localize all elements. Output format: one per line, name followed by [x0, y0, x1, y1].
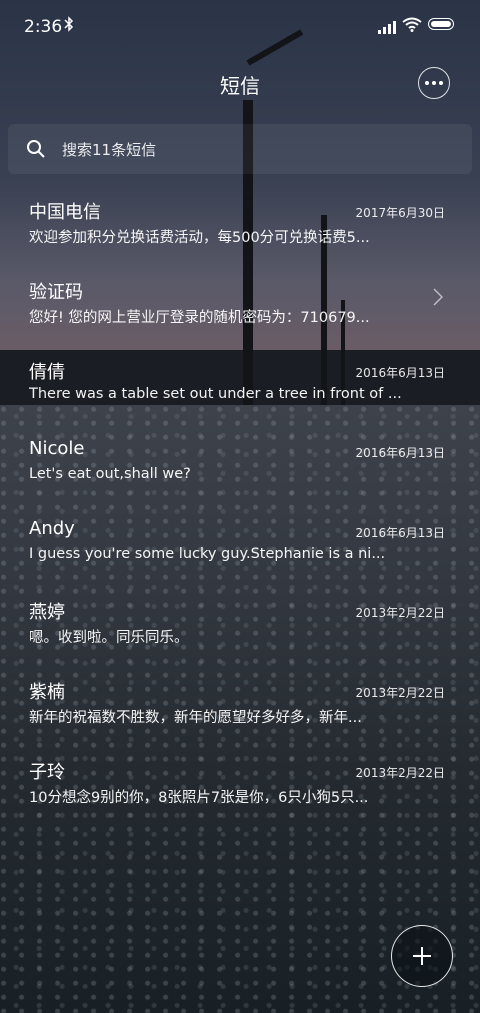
message-preview: 欢迎参加积分兑换话费活动，每500分可兑换话费5...	[29, 230, 370, 246]
wifi-icon	[402, 17, 422, 36]
message-date: 2013年2月22日	[355, 686, 445, 700]
contact-name: Andy	[29, 518, 75, 539]
message-preview: 10分想念9别的你，8张照片7张是你，6只小狗5只...	[29, 790, 369, 806]
plus-icon	[413, 947, 431, 965]
more-dot-icon	[439, 81, 443, 85]
more-dot-icon	[432, 81, 436, 85]
battery-icon	[428, 18, 454, 30]
message-item[interactable]: 中国电信 2017年6月30日 欢迎参加积分兑换话费活动，每500分可兑换话费5…	[0, 182, 480, 262]
search-placeholder: 搜索11条短信	[62, 141, 157, 159]
message-item[interactable]: Andy 2016年6月13日 I guess you're some luck…	[0, 502, 480, 582]
message-date: 2016年6月13日	[355, 526, 445, 540]
message-preview: 嗯。收到啦。同乐同乐。	[29, 630, 189, 646]
message-item[interactable]: 倩倩 2016年6月13日 There was a table set out …	[0, 342, 480, 422]
message-preview: I guess you're some lucky guy.Stephanie …	[29, 546, 386, 562]
more-options-button[interactable]	[418, 67, 450, 99]
contact-name: 验证码	[29, 282, 83, 303]
bluetooth-icon	[64, 16, 74, 36]
message-date: 2013年2月22日	[355, 766, 445, 780]
search-bar[interactable]: 搜索11条短信	[8, 124, 472, 174]
chevron-right-icon	[433, 288, 444, 310]
status-time: 2:36	[24, 17, 63, 37]
message-date: 2013年2月22日	[355, 606, 445, 620]
message-preview: Let's eat out,shall we?	[29, 466, 191, 482]
message-date: 2016年6月13日	[355, 446, 445, 460]
message-item[interactable]: Nicole 2016年6月13日 Let's eat out,shall we…	[0, 422, 480, 502]
message-preview: There was a table set out under a tree i…	[29, 386, 402, 402]
contact-name: 燕婷	[29, 602, 65, 623]
message-date: 2016年6月13日	[355, 366, 445, 380]
message-item[interactable]: 紫楠 2013年2月22日 新年的祝福数不胜数，新年的愿望好多好多，新年...	[0, 662, 480, 742]
status-bar: 2:36	[0, 0, 480, 52]
more-dot-icon	[425, 81, 429, 85]
new-message-button[interactable]	[391, 925, 453, 987]
message-preview: 新年的祝福数不胜数，新年的愿望好多好多，新年...	[29, 710, 362, 726]
search-icon	[26, 139, 46, 163]
contact-name: 中国电信	[29, 202, 101, 223]
contact-name: 子玲	[29, 762, 65, 783]
message-item[interactable]: 燕婷 2013年2月22日 嗯。收到啦。同乐同乐。	[0, 582, 480, 662]
contact-name: 紫楠	[29, 682, 65, 703]
contact-name: Nicole	[29, 438, 85, 459]
signal-icon	[378, 19, 396, 38]
message-date: 2017年6月30日	[355, 206, 445, 220]
message-item[interactable]: 验证码 您好! 您的网上营业厅登录的随机密码为：710679...	[0, 262, 480, 342]
page-title: 短信	[220, 74, 260, 98]
message-item[interactable]: 子玲 2013年2月22日 10分想念9别的你，8张照片7张是你，6只小狗5只.…	[0, 742, 480, 822]
contact-name: 倩倩	[29, 362, 65, 383]
message-preview: 您好! 您的网上营业厅登录的随机密码为：710679...	[29, 310, 370, 326]
